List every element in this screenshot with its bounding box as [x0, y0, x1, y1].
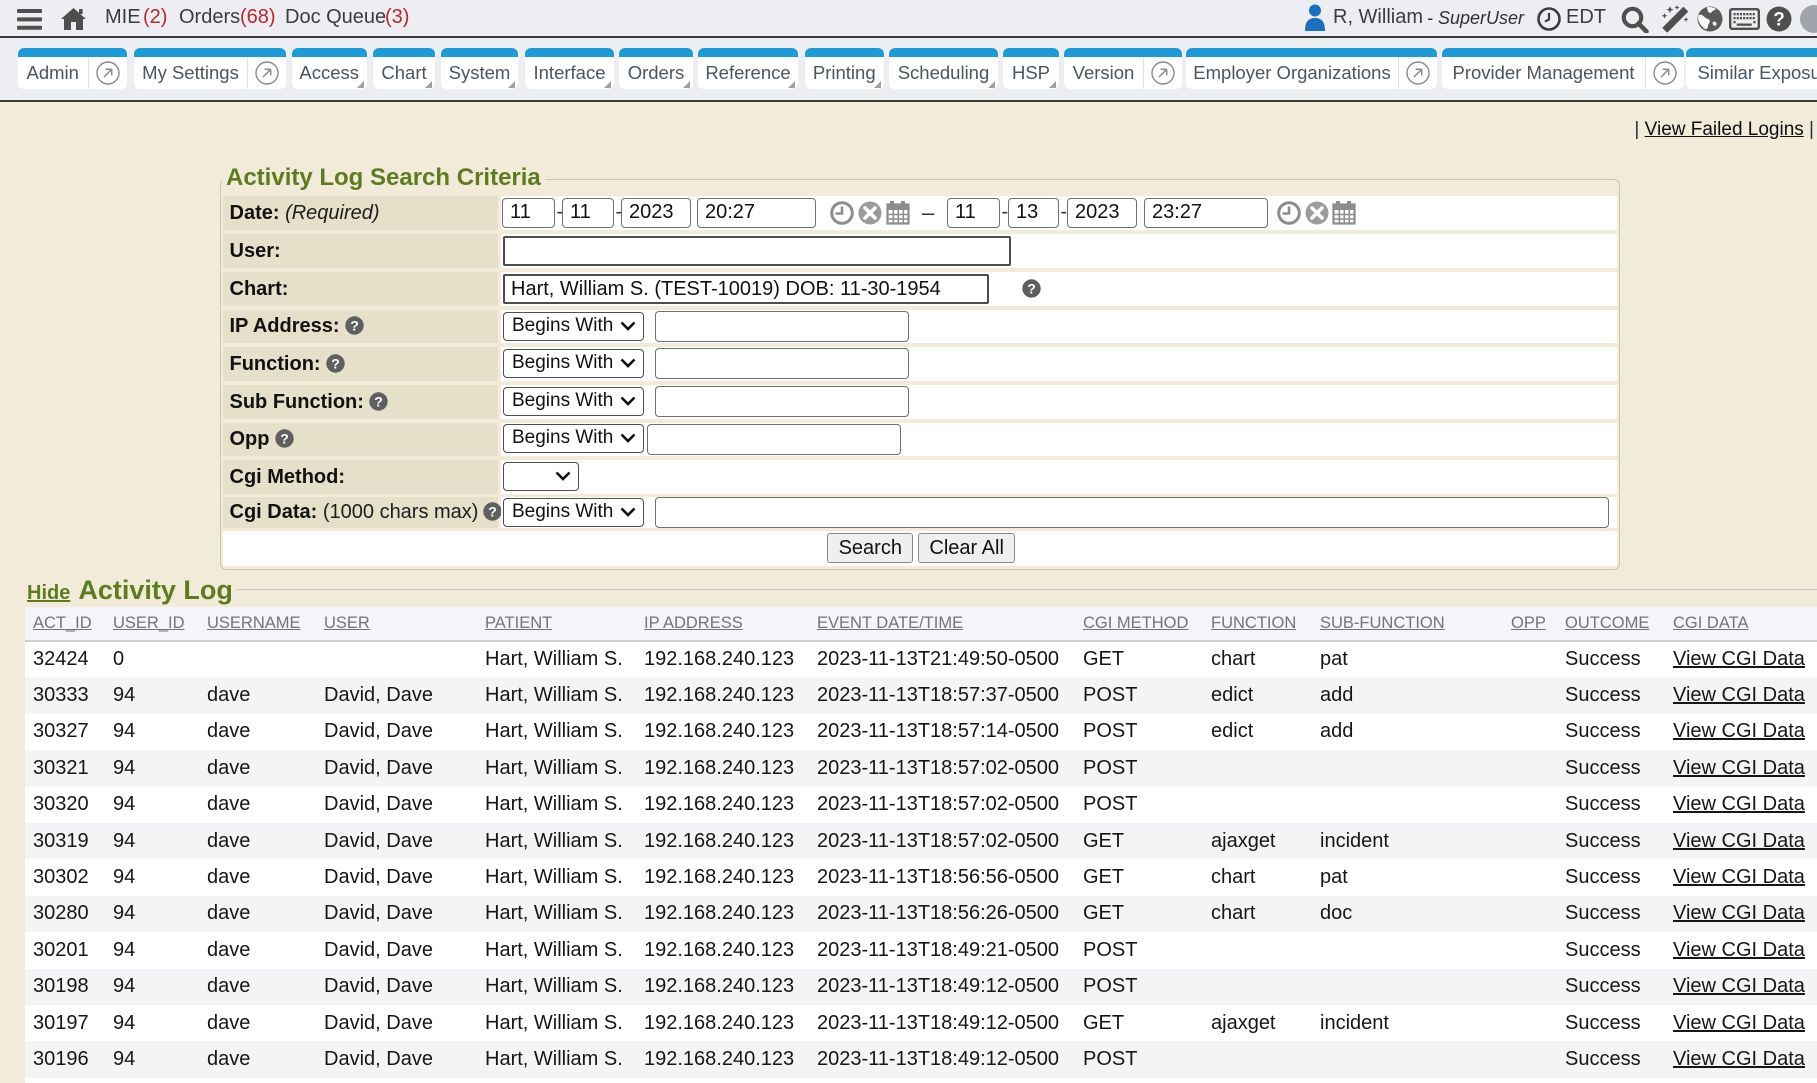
svg-text:?: ? [280, 431, 289, 447]
svg-text:?: ? [374, 393, 383, 409]
svg-text:?: ? [331, 355, 340, 371]
svg-text:?: ? [1773, 10, 1785, 31]
svg-text:?: ? [350, 318, 359, 334]
svg-text:?: ? [1027, 281, 1036, 297]
svg-text:?: ? [489, 504, 498, 520]
